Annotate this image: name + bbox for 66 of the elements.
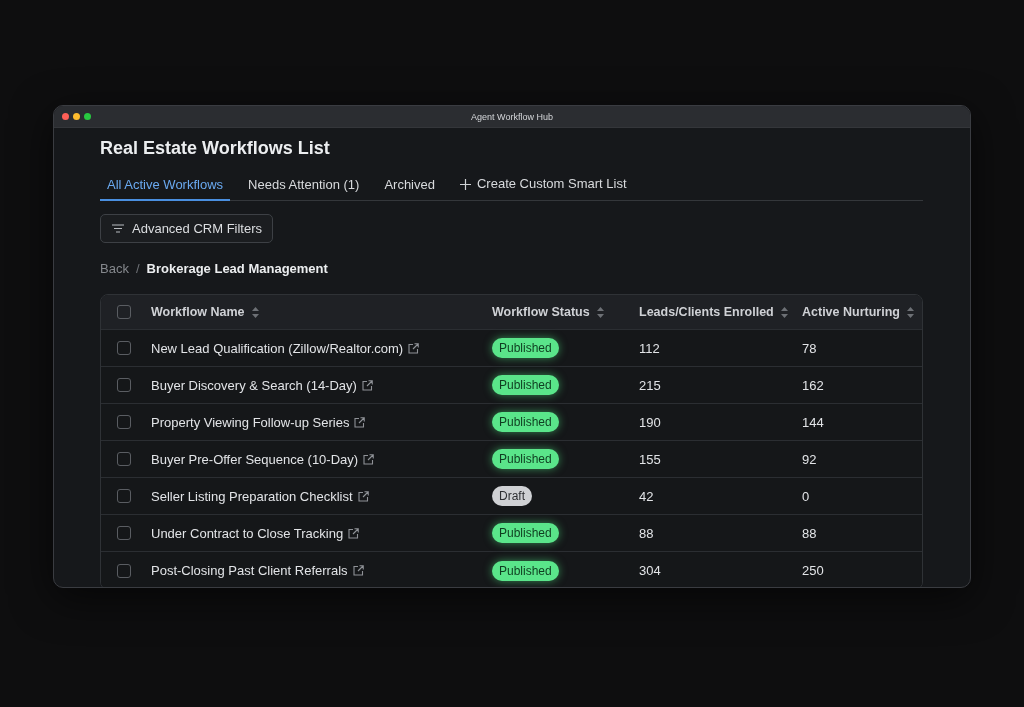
checkbox[interactable] — [117, 305, 131, 319]
sort-icon[interactable] — [780, 306, 788, 318]
checkbox[interactable] — [117, 526, 131, 540]
external-link-icon[interactable] — [408, 342, 420, 354]
enrolled-count: 190 — [639, 414, 661, 430]
external-link-icon[interactable] — [361, 379, 373, 391]
nurturing-count: 162 — [802, 377, 824, 393]
workflow-name[interactable]: New Lead Qualification (Zillow/Realtor.com) — [151, 340, 404, 356]
filter-icon — [112, 224, 124, 233]
checkbox[interactable] — [117, 415, 131, 429]
column-header[interactable]: Active Nurturing — [802, 305, 900, 319]
enrolled-count: 88 — [639, 525, 654, 541]
nurturing-count: 144 — [802, 414, 824, 430]
page-title: Real Estate Workflows List — [100, 137, 330, 159]
nurturing-count: 250 — [802, 563, 824, 578]
checkbox[interactable] — [117, 341, 131, 355]
status-badge: Published — [492, 449, 559, 469]
nurturing-count: 78 — [802, 340, 817, 356]
tab[interactable]: Needs Attention (1) — [241, 172, 367, 201]
status-badge: Draft — [492, 486, 532, 506]
enrolled-count: 304 — [639, 563, 661, 578]
breadcrumb-separator: / — [135, 261, 140, 277]
external-link-icon[interactable] — [354, 416, 366, 428]
status-badge: Published — [492, 523, 559, 543]
column-header[interactable]: Workflow Name — [151, 305, 245, 319]
zoom-dot-icon[interactable] — [84, 113, 91, 120]
external-link-icon[interactable] — [357, 490, 369, 502]
tab[interactable]: All Active Workflows — [100, 172, 231, 201]
sort-icon[interactable] — [596, 306, 604, 318]
column-header[interactable]: Workflow Status — [492, 305, 590, 319]
checkbox[interactable] — [117, 563, 131, 578]
workflow-name[interactable]: Seller Listing Preparation Checklist — [151, 488, 353, 504]
filter-button[interactable]: Advanced CRM Filters — [100, 214, 274, 243]
enrolled-count: 215 — [639, 377, 661, 393]
column-header[interactable]: Leads/Clients Enrolled — [639, 305, 774, 319]
workflow-name[interactable]: Under Contract to Close Tracking — [151, 525, 344, 541]
nurturing-count: 0 — [802, 488, 810, 504]
workflow-name[interactable]: Post-Closing Past Client Referrals — [151, 563, 348, 578]
external-link-icon[interactable] — [363, 453, 375, 465]
status-badge: Published — [492, 412, 559, 432]
checkbox[interactable] — [117, 378, 131, 392]
enrolled-count: 155 — [639, 451, 661, 467]
workflow-name[interactable]: Property Viewing Follow-up Series — [151, 414, 350, 430]
sort-icon[interactable] — [251, 306, 259, 318]
nurturing-count: 88 — [802, 525, 817, 541]
close-dot-icon[interactable] — [62, 113, 69, 120]
checkbox[interactable] — [117, 452, 131, 466]
status-badge: Published — [492, 560, 559, 581]
window-title: Agent Workflow Hub — [471, 111, 553, 122]
nurturing-count: 92 — [802, 451, 817, 467]
workflow-name[interactable]: Buyer Pre-Offer Sequence (10-Day) — [151, 451, 359, 467]
external-link-icon[interactable] — [348, 527, 360, 539]
back-link[interactable]: Back — [100, 261, 129, 277]
breadcrumb-current: Brokerage Lead Management — [146, 261, 328, 277]
external-link-icon[interactable] — [352, 565, 364, 576]
create-list-button[interactable]: Create Custom Smart List — [452, 171, 634, 200]
checkbox[interactable] — [117, 489, 131, 503]
workflow-name[interactable]: Buyer Discovery & Search (14-Day) — [151, 377, 357, 393]
enrolled-count: 112 — [639, 340, 660, 356]
minimize-dot-icon[interactable] — [73, 113, 80, 120]
sort-icon[interactable] — [906, 306, 914, 318]
plus-icon — [459, 178, 471, 190]
enrolled-count: 42 — [639, 488, 654, 504]
status-badge: Published — [492, 338, 559, 358]
tab[interactable]: Archived — [377, 172, 442, 201]
status-badge: Published — [492, 375, 559, 395]
